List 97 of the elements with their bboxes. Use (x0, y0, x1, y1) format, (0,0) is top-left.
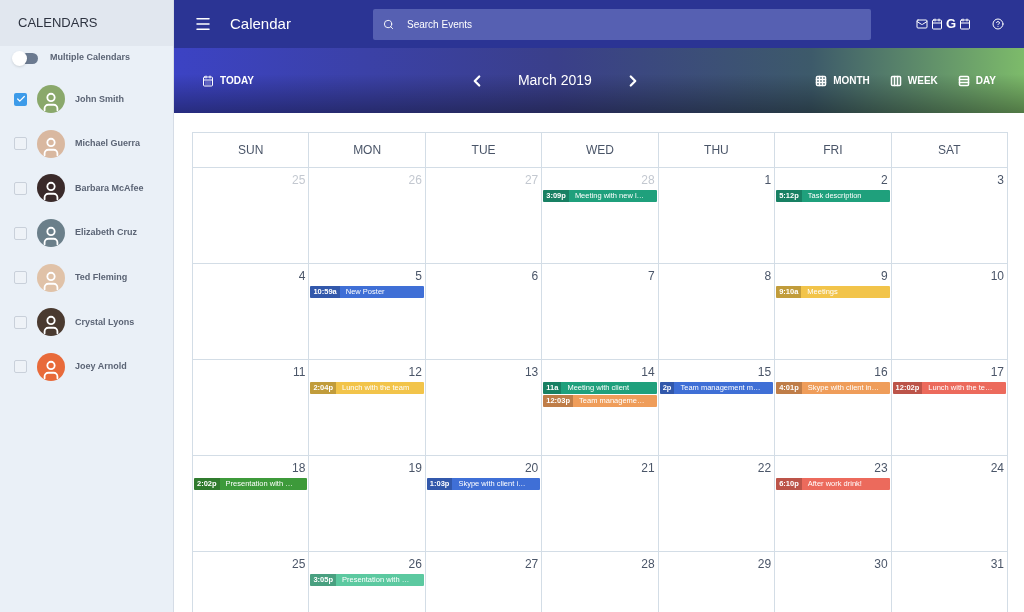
person-name[interactable]: Elizabeth Cruz (75, 226, 137, 240)
checkbox[interactable] (14, 137, 27, 151)
day-number: 14 (641, 364, 656, 381)
columns-icon (889, 74, 902, 87)
day-number: 15 (757, 364, 773, 381)
day-number: 30 (874, 556, 889, 573)
day-number: 22 (757, 460, 773, 477)
day-number: 10 (990, 268, 1005, 285)
day-cell[interactable]: 19 (309, 456, 426, 552)
person-name[interactable]: Joey Arnold (75, 360, 127, 374)
toggle-label: Multiple Calendars (50, 51, 130, 65)
day-number: 28 (641, 172, 656, 189)
weekday-header: SAT (891, 133, 1008, 168)
day-cell[interactable]: 30 (775, 552, 892, 612)
person-name[interactable]: Crystal Lyons (75, 315, 135, 329)
view-button[interactable]: WEEK (889, 73, 938, 88)
day-number: 18 (292, 460, 307, 477)
weekday-header: THU (658, 133, 776, 168)
view-button[interactable]: MONTH (815, 73, 870, 88)
day-number: 1 (764, 172, 773, 189)
day-cell[interactable]: 3 (891, 168, 1008, 264)
day-number: 8 (764, 268, 773, 285)
day-number: 28 (641, 556, 656, 573)
weekday-header: WED (542, 133, 659, 168)
calendar-icon (202, 74, 214, 87)
person-name[interactable]: Ted Fleming (75, 270, 128, 285)
check-icon (15, 94, 26, 105)
help-icon[interactable] (992, 18, 1004, 30)
day-number: 12 (408, 364, 423, 381)
weekday-header: SUN (193, 133, 310, 168)
day-number: 23 (874, 460, 889, 477)
calendar-icon[interactable] (959, 18, 971, 30)
menu-icon (194, 15, 212, 33)
day-cell[interactable]: 13 (425, 360, 543, 456)
month-title: March 2019 (517, 71, 592, 90)
day-cell[interactable]: 7 (542, 264, 659, 360)
day-cell[interactable]: 31 (891, 552, 1008, 612)
day-cell[interactable]: 8 (658, 264, 776, 360)
day-cell[interactable]: 11 (193, 360, 310, 456)
day-number: 13 (524, 364, 540, 381)
day-number: 24 (990, 460, 1005, 477)
day-number: 26 (408, 172, 423, 189)
day-cell[interactable]: 4 (193, 264, 310, 360)
calendar-icon[interactable] (930, 18, 943, 30)
day-cell[interactable]: 28 (542, 552, 659, 612)
day-cell[interactable]: 29 (658, 552, 776, 612)
day-number: 25 (292, 172, 307, 189)
google-glyph[interactable]: G (945, 14, 956, 34)
checkbox[interactable] (14, 92, 27, 106)
checkbox[interactable] (14, 271, 27, 285)
day-number: 5 (415, 268, 423, 285)
day-cell[interactable]: 27 (425, 552, 543, 612)
day-number: 2 (880, 172, 889, 189)
day-number: 31 (990, 556, 1005, 573)
day-number: 4 (298, 268, 307, 285)
day-number: 29 (757, 556, 773, 573)
day-number: 16 (874, 364, 889, 381)
checkbox[interactable] (14, 315, 27, 329)
weekday-header: FRI (775, 133, 892, 168)
rows-icon (957, 74, 970, 87)
checkbox[interactable] (14, 360, 27, 374)
day-cell[interactable]: 21 (542, 456, 659, 552)
search-field[interactable]: Search Events (373, 8, 871, 40)
day-number: 9 (880, 268, 889, 285)
mail-icon[interactable] (915, 18, 928, 30)
day-number: 26 (408, 556, 423, 573)
day-number: 27 (524, 556, 540, 573)
checkbox[interactable] (14, 182, 27, 195)
day-number: 7 (648, 268, 656, 285)
person-name[interactable]: Barbara McAfee (75, 181, 144, 196)
app-title: Calendar (230, 13, 292, 34)
person-name[interactable]: Michael Guerra (75, 137, 141, 151)
day-number: 25 (292, 556, 307, 573)
day-cell[interactable]: 1 (658, 168, 776, 264)
day-number: 6 (531, 268, 540, 285)
weekday-header: TUE (425, 133, 543, 168)
sidebar-title: CALENDARS (18, 14, 98, 33)
day-cell[interactable]: 6 (425, 264, 543, 360)
day-cell[interactable]: 25 (193, 552, 310, 612)
day-number: 21 (641, 460, 656, 477)
day-cell[interactable]: 22 (658, 456, 776, 552)
checkbox[interactable] (14, 226, 27, 240)
day-number: 3 (997, 172, 1005, 189)
day-number: 27 (524, 172, 540, 189)
search-icon (383, 18, 394, 30)
person-name[interactable]: John Smith (75, 92, 124, 107)
weekday-header: MON (309, 133, 426, 168)
day-cell[interactable]: 10 (891, 264, 1008, 360)
day-number: 19 (408, 460, 423, 477)
toggle-switch[interactable] (13, 52, 38, 64)
menu-button[interactable] (194, 15, 212, 33)
day-number: 17 (990, 364, 1005, 381)
day-number: 20 (524, 460, 540, 477)
today-button[interactable]: TODAY (202, 73, 254, 88)
grid-icon (815, 74, 828, 87)
day-number: 11 (292, 364, 307, 381)
day-cell[interactable]: 24 (891, 456, 1008, 552)
